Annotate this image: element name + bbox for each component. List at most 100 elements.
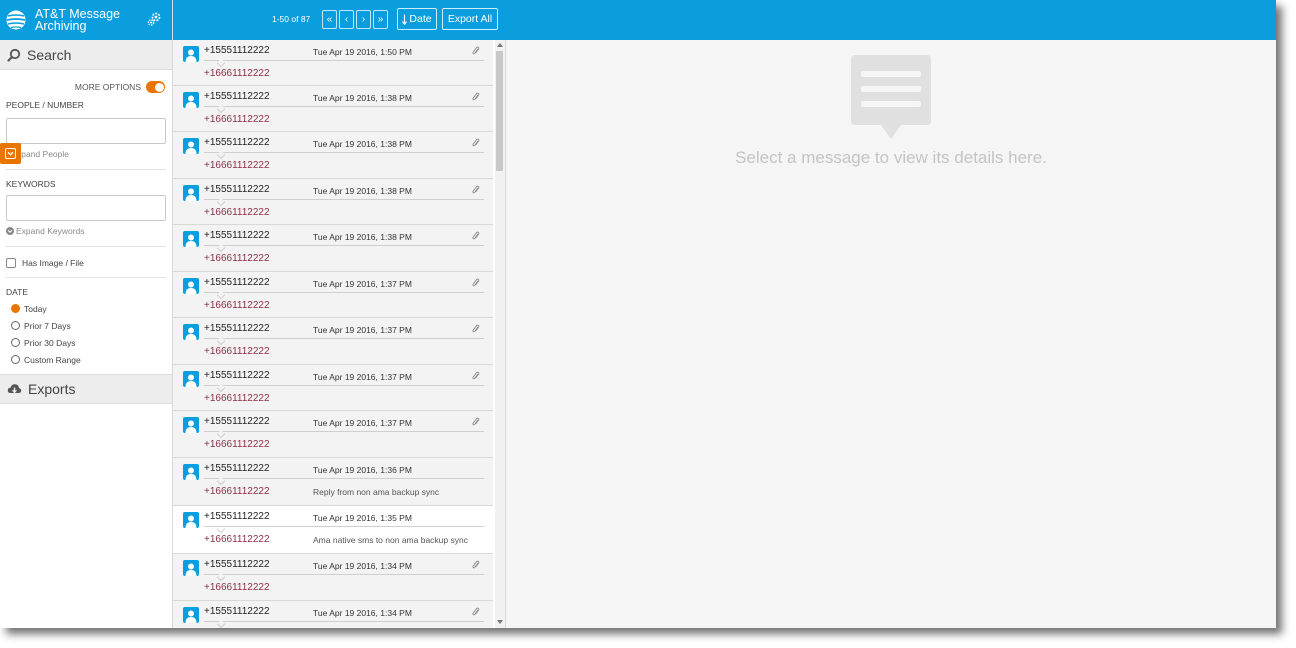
app-window: AT&T Message Archiving Search MORE OPTIO… [0,0,1276,628]
paperclip-icon [472,231,480,240]
message-list-item[interactable]: +15551112222 Tue Apr 19 2016, 1:50 PM +1… [173,40,493,86]
exports-section-header[interactable]: Exports [0,374,172,404]
people-number-input[interactable] [6,118,166,144]
has-image-checkbox[interactable] [6,258,16,268]
message-detail-pane: Select a message to view its details her… [506,40,1276,628]
sender-number: +15551112222 [204,416,270,427]
sender-number: +15551112222 [204,323,270,334]
message-divider [204,152,484,153]
message-list: +15551112222 Tue Apr 19 2016, 1:50 PM +1… [173,40,506,628]
message-divider [204,245,484,246]
person-icon [185,141,197,154]
scroll-down-arrow[interactable] [497,620,503,624]
message-list-item[interactable]: +15551112222 Tue Apr 19 2016, 1:37 PM +1… [173,272,493,318]
person-icon [185,610,197,623]
sender-number: +15551112222 [204,463,270,474]
paperclip-icon [472,417,480,426]
scroll-thumb[interactable] [496,51,503,171]
message-date: Tue Apr 19 2016, 1:38 PM [313,93,412,103]
contact-avatar [183,138,199,154]
sender-number: +15551112222 [204,559,270,570]
message-list-item[interactable]: +15551112222 Tue Apr 19 2016, 1:36 PM +1… [173,458,493,506]
sort-date-button[interactable]: Date [397,8,437,30]
date-option-today[interactable]: Today [0,300,172,317]
paperclip-icon [472,278,480,287]
message-divider [204,478,484,479]
more-options-toggle[interactable] [146,81,165,93]
paperclip-icon [472,92,480,101]
contact-avatar [183,512,199,528]
recipient-number: +16661112222 [204,160,270,171]
message-list-item[interactable]: +15551112222 Tue Apr 19 2016, 1:34 PM [173,601,493,628]
message-list-item[interactable]: +15551112222 Tue Apr 19 2016, 1:38 PM +1… [173,132,493,179]
contact-avatar [183,324,199,340]
person-icon [185,515,197,528]
message-list-item[interactable]: +15551112222 Tue Apr 19 2016, 1:38 PM +1… [173,86,493,132]
date-option-prior-30-days[interactable]: Prior 30 Days [0,334,172,351]
keywords-input[interactable] [6,195,166,221]
paperclip-icon [472,560,480,569]
sender-number: +15551112222 [204,184,270,195]
expand-people-label: xpand People [17,149,69,159]
brand-header: AT&T Message Archiving [0,0,172,40]
radio-button[interactable] [11,304,20,313]
person-icon [185,374,197,387]
paperclip-icon [472,607,480,616]
expand-people-checkbox[interactable] [0,143,21,164]
message-date: Tue Apr 19 2016, 1:38 PM [313,139,412,149]
person-icon [185,420,197,433]
prev-page-button[interactable]: ‹ [339,10,354,29]
message-list-item[interactable]: +15551112222 Tue Apr 19 2016, 1:34 PM +1… [173,554,493,601]
date-options: Today Prior 7 Days Prior 30 Days Custom … [0,300,172,368]
sender-number: +15551112222 [204,230,270,241]
expand-keywords-row[interactable]: Expand Keywords [0,224,172,238]
more-options-row: MORE OPTIONS [0,78,172,96]
expand-people-row[interactable]: xpand People [0,143,172,164]
gear-icon[interactable] [146,11,162,27]
next-page-button[interactable]: › [356,10,371,29]
person-icon [185,49,197,62]
contact-avatar [183,607,199,623]
recipient-number: +16661112222 [204,486,270,497]
recipient-number: +16661112222 [204,253,270,264]
date-option-prior-7-days[interactable]: Prior 7 Days [0,317,172,334]
contact-avatar [183,185,199,201]
message-list-item[interactable]: +15551112222 Tue Apr 19 2016, 1:37 PM +1… [173,318,493,365]
sender-number: +15551112222 [204,511,270,522]
recipient-number: +16661112222 [204,582,270,593]
scrollbar[interactable] [495,40,505,628]
radio-button[interactable] [11,355,20,364]
date-label: DATE [6,287,29,297]
chevron-circle-icon [6,227,14,235]
message-list-item[interactable]: +15551112222 Tue Apr 19 2016, 1:38 PM +1… [173,179,493,225]
search-icon [7,48,21,62]
scroll-up-arrow[interactable] [497,43,503,47]
divider [6,277,166,278]
radio-button[interactable] [11,321,20,330]
radio-button[interactable] [11,338,20,347]
more-options-label: MORE OPTIONS [74,82,141,92]
last-page-button[interactable]: » [373,10,388,29]
search-title: Search [27,46,72,63]
message-list-item[interactable]: +15551112222 Tue Apr 19 2016, 1:35 PM +1… [173,506,493,554]
has-image-row[interactable]: Has Image / File [0,255,172,271]
message-list-item[interactable]: +15551112222 Tue Apr 19 2016, 1:37 PM +1… [173,365,493,411]
empty-detail-message: Select a message to view its details her… [735,148,1047,167]
contact-avatar [183,417,199,433]
sender-number: +15551112222 [204,277,270,288]
first-page-button[interactable]: « [322,10,337,29]
message-date: Tue Apr 19 2016, 1:34 PM [313,561,412,571]
export-all-button[interactable]: Export All [442,8,498,30]
date-option-label: Prior 30 Days [24,337,76,348]
person-icon [185,95,197,108]
message-list-item[interactable]: +15551112222 Tue Apr 19 2016, 1:37 PM +1… [173,411,493,458]
search-section-header[interactable]: Search [0,40,172,70]
exports-title: Exports [28,381,76,397]
message-list-item[interactable]: +15551112222 Tue Apr 19 2016, 1:38 PM +1… [173,225,493,272]
message-divider [204,574,484,575]
sender-number: +15551112222 [204,606,270,617]
pager-count: 1-50 of 87 [272,14,311,24]
message-divider [204,338,484,339]
date-option-custom-range[interactable]: Custom Range [0,351,172,368]
person-icon [185,281,197,294]
